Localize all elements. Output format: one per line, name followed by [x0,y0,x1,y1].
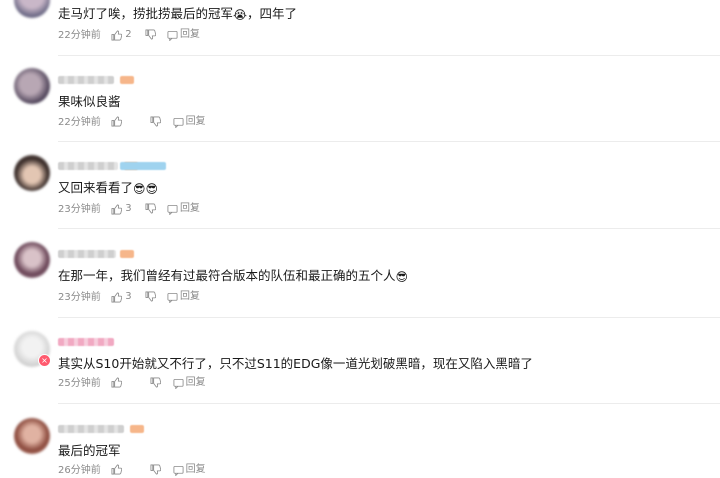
like-button[interactable]: 3 [111,291,141,304]
like-count: 3 [125,291,132,302]
comment-time: 23分钟前 [58,203,101,215]
reply-button[interactable]: 回复 [167,29,200,42]
dislike-button[interactable] [150,464,162,477]
comment-text: 最后的冠军 [58,443,121,458]
username[interactable] [58,76,114,84]
reply-button[interactable]: 回复 [173,464,206,477]
reply-icon [167,30,178,41]
avatar[interactable] [14,418,50,454]
like-button[interactable]: 3 [111,203,141,216]
avatar[interactable] [14,68,50,104]
divider [58,317,720,318]
comment-time: 25分钟前 [58,377,101,389]
reply-button[interactable]: 回复 [173,116,206,129]
level-badge [130,425,144,433]
like-button[interactable] [111,464,141,477]
thumb-up-icon [111,377,123,388]
reply-icon [173,117,184,128]
dislike-button[interactable] [145,29,156,42]
reply-button[interactable]: 回复 [167,291,200,304]
dislike-button[interactable] [150,377,162,390]
avatar-badge: × [38,354,51,367]
fan-badge [120,162,166,170]
crying-emoji-icon: 😭 [233,8,248,22]
comment-meta: 26分钟前 回复 [58,464,206,478]
sunglasses-emoji-icon: 😎 [395,270,409,284]
divider [58,228,720,229]
dislike-button[interactable] [145,291,156,304]
thumb-down-icon [150,116,162,127]
comment-time: 26分钟前 [58,464,101,476]
reply-button[interactable]: 回复 [173,377,206,390]
avatar[interactable] [14,0,50,18]
comment-time: 22分钟前 [58,116,101,128]
comment-meta: 23分钟前 3 回复 [58,203,200,217]
reply-icon [173,378,184,389]
divider [58,141,720,142]
divider [58,403,720,404]
comment-time: 23分钟前 [58,291,101,303]
thumb-down-icon [145,291,156,302]
reply-button[interactable]: 回复 [167,203,200,216]
level-badge [120,250,134,258]
like-button[interactable] [111,116,141,129]
thumb-up-icon [111,204,123,214]
username[interactable] [58,338,114,346]
comment-text: 走马灯了唉，捞批捞最后的冠军😭，四年了 [58,6,298,22]
thumb-up-icon [111,30,123,40]
comment-text: 又回来看看了😎😎 [58,180,159,196]
comment-meta: 23分钟前 3 回复 [58,291,200,305]
thumb-up-icon [111,292,123,302]
divider [58,55,720,56]
dislike-button[interactable] [150,116,162,129]
thumb-up-icon [111,116,123,127]
comment-meta: 22分钟前 回复 [58,116,206,130]
thumb-down-icon [150,377,162,388]
username[interactable] [58,162,118,170]
thumb-down-icon [145,203,156,214]
comment-time: 22分钟前 [58,29,101,41]
like-button[interactable] [111,377,141,390]
dislike-button[interactable] [145,203,156,216]
like-count: 3 [125,203,132,214]
reply-icon [167,292,178,303]
comment-meta: 25分钟前 回复 [58,377,206,391]
avatar[interactable] [14,242,50,278]
username[interactable] [58,250,116,258]
avatar[interactable] [14,155,50,191]
reply-icon [167,204,178,215]
username[interactable] [58,425,124,433]
comment-text: 其实从S10开始就又不行了，只不过S11的EDG像一道光划破黑暗，现在又陷入黑暗… [58,356,533,371]
like-count: 2 [125,29,132,40]
like-button[interactable]: 2 [111,29,141,42]
comment-text: 在那一年，我们曾经有过最符合版本的队伍和最正确的五个人😎 [58,268,409,284]
level-badge [120,76,134,84]
comment-meta: 22分钟前 2 回复 [58,29,200,43]
comment-text: 果味似良酱 [58,94,121,109]
sunglasses-emoji-icon: 😎😎 [133,182,159,196]
thumb-down-icon [145,29,156,40]
